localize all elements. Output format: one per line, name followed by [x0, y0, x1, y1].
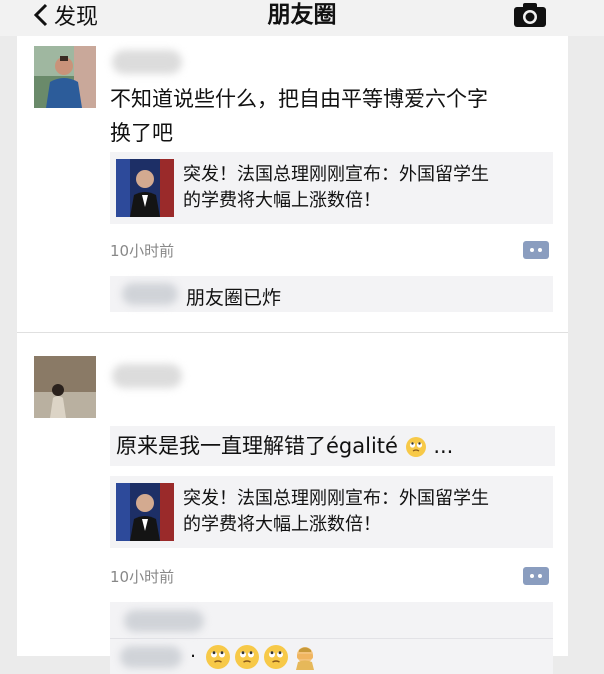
post-time: 10小时前	[110, 242, 175, 260]
article-thumbnail	[116, 159, 174, 217]
post-text-line: 不知道说些什么，把自由平等博爱六个字	[110, 87, 488, 111]
facepalm-emoji-icon	[296, 647, 314, 670]
moment-post: 不知道说些什么，把自由平等博爱六个字 换了吧 突发！法国总理刚刚宣布：外国留学生…	[17, 36, 568, 333]
comment-list: 朋友圈已炸	[110, 276, 553, 312]
post-text: 不知道说些什么，把自由平等博爱六个字 换了吧	[110, 82, 555, 150]
eye-roll-emoji-icon	[235, 645, 259, 669]
blurred-commenter-name[interactable]	[124, 610, 204, 632]
comment-icon[interactable]	[523, 567, 549, 585]
article-title-line: 突发！法国总理刚刚宣布：外国留学生	[183, 488, 489, 509]
post-text-line: 换了吧	[110, 121, 173, 145]
blurred-commenter-name[interactable]	[122, 283, 178, 305]
avatar[interactable]	[34, 46, 96, 108]
article-thumbnail	[116, 483, 174, 541]
post-text-main: 原来是我一直理解错了égalité	[116, 434, 398, 458]
comment-text: 朋友圈已炸	[186, 287, 282, 309]
article-title: 突发！法国总理刚刚宣布：外国留学生 的学费将大幅上涨数倍！	[183, 486, 543, 538]
camera-icon[interactable]	[513, 2, 547, 28]
moments-feed: 不知道说些什么，把自由平等博爱六个字 换了吧 突发！法国总理刚刚宣布：外国留学生…	[17, 36, 568, 674]
avatar[interactable]	[34, 356, 96, 418]
article-title-line: 的学费将大幅上涨数倍！	[183, 514, 381, 535]
article-title-line: 的学费将大幅上涨数倍！	[183, 190, 381, 211]
post-text: 原来是我一直理解错了égalité ...	[110, 426, 555, 466]
shared-article-card[interactable]: 突发！法国总理刚刚宣布：外国留学生 的学费将大幅上涨数倍！	[110, 476, 553, 548]
article-title: 突发！法国总理刚刚宣布：外国留学生 的学费将大幅上涨数倍！	[183, 162, 543, 214]
blurred-commenter-name[interactable]	[120, 646, 182, 668]
post-time: 10小时前	[110, 568, 175, 586]
navigation-bar: 发现 朋友圈	[0, 0, 604, 36]
comment-dot: .	[190, 640, 197, 662]
article-title-line: 突发！法国总理刚刚宣布：外国留学生	[183, 164, 489, 185]
shared-article-card[interactable]: 突发！法国总理刚刚宣布：外国留学生 的学费将大幅上涨数倍！	[110, 152, 553, 224]
moment-post: 原来是我一直理解错了égalité ... 突发！法国总理刚刚宣布：外国留学生 …	[17, 340, 568, 674]
comment-icon[interactable]	[523, 241, 549, 259]
post-text-ellipsis: ...	[433, 434, 454, 458]
emoji-comment	[205, 644, 318, 670]
eye-roll-emoji-icon	[264, 645, 288, 669]
eye-roll-emoji-icon	[405, 437, 426, 457]
blurred-nickname[interactable]	[112, 364, 182, 388]
eye-roll-emoji-icon	[206, 645, 230, 669]
comment-list: .	[110, 602, 553, 674]
comment-divider	[110, 638, 553, 639]
blurred-nickname[interactable]	[112, 50, 182, 74]
